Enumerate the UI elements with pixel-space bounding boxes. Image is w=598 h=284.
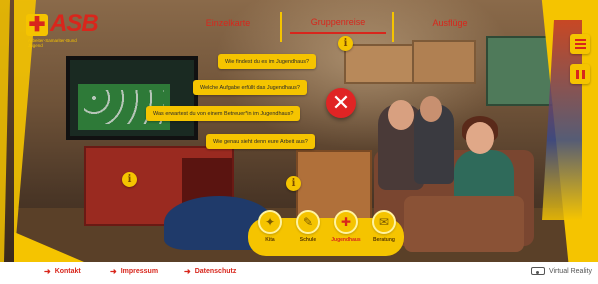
pause-bar: [575, 69, 579, 79]
question-bubble[interactable]: Wie genau sieht denn eure Arbeit aus?: [206, 134, 315, 149]
footer-link-datenschutz[interactable]: ➜ Datenschutz: [184, 267, 236, 276]
person-head: [466, 122, 494, 154]
tab-einzelkarte[interactable]: Einzelkarte: [180, 12, 276, 34]
person-head: [388, 100, 414, 130]
menu-button[interactable]: [570, 34, 590, 54]
info-hotspot-icon[interactable]: i: [122, 172, 137, 187]
category-schule[interactable]: ✎ Schule: [290, 210, 326, 256]
top-navigation: Einzelkarte Gruppenreise Ausflüge: [180, 12, 520, 42]
cork-board: [344, 44, 414, 84]
category-kita[interactable]: ✦ Kita: [252, 210, 288, 256]
logo-subtitle: Arbeiter-Samariter-Bund Jugend: [28, 38, 77, 48]
arrow-right-icon: ➜: [44, 267, 51, 276]
pause-button[interactable]: [570, 64, 590, 84]
category-label: Beratung: [373, 237, 395, 243]
menu-bar: [574, 39, 586, 41]
vr-mode-toggle[interactable]: Virtual Reality: [530, 267, 592, 275]
category-jugendhaus[interactable]: ✚ Jugendhaus: [328, 210, 364, 256]
menu-bar: [574, 47, 586, 49]
info-hotspot-icon[interactable]: i: [338, 36, 353, 51]
cork-board: [412, 40, 476, 84]
app-frame: ✚ ASB Arbeiter-Samariter-Bund Jugend Ein…: [0, 0, 598, 284]
asb-logo[interactable]: ✚ ASB Arbeiter-Samariter-Bund Jugend: [26, 10, 112, 54]
category-dock: ✦ Kita ✎ Schule ✚ Jugendhaus ✉ Beratung: [248, 210, 404, 256]
arrow-right-icon: ➜: [184, 267, 191, 276]
category-label: Kita: [265, 237, 275, 243]
vr-headset-icon: [530, 267, 545, 275]
category-beratung[interactable]: ✉ Beratung: [366, 210, 402, 256]
footer-bar: ➜ Kontakt ➜ Impressum ➜ Datenschutz Virt…: [0, 262, 598, 284]
nav-divider: [280, 12, 282, 42]
question-bubble[interactable]: Wie findest du es im Jugendhaus?: [218, 54, 317, 69]
close-questions-button[interactable]: ✕: [326, 88, 356, 118]
puzzle-icon: ✦: [258, 210, 282, 234]
arrow-right-icon: ➜: [110, 267, 117, 276]
nav-divider: [392, 12, 394, 42]
footer-link-label: Kontakt: [54, 268, 81, 275]
footer-link-kontakt[interactable]: ➜ Kontakt: [44, 267, 81, 276]
gamepad-icon: ✚: [334, 210, 358, 234]
tab-gruppenreise[interactable]: Gruppenreise: [290, 12, 386, 34]
school-icon: ✎: [296, 210, 320, 234]
info-hotspot-icon[interactable]: i: [286, 176, 301, 191]
category-label: Jugendhaus: [331, 237, 361, 243]
question-bubble[interactable]: Was erwartest du von einem Betreuer*in i…: [146, 106, 301, 121]
footer-link-label: Datenschutz: [194, 268, 237, 275]
footer-link-label: Impressum: [120, 268, 159, 275]
category-label: Schule: [299, 237, 317, 243]
samaritan-cross-icon: ✚: [26, 14, 48, 36]
chat-icon: ✉: [372, 210, 396, 234]
logo-wordmark: ASB: [50, 10, 99, 37]
green-board: [486, 36, 554, 106]
vr-label: Virtual Reality: [548, 267, 592, 275]
person-head: [420, 96, 442, 122]
menu-bar: [574, 43, 586, 45]
tab-ausfluege[interactable]: Ausflüge: [402, 12, 498, 34]
footer-link-impressum[interactable]: ➜ Impressum: [110, 267, 158, 276]
question-bubble[interactable]: Welche Aufgabe erfüllt das Jugendhaus?: [193, 80, 307, 95]
sofa-arm: [404, 196, 524, 252]
pause-bar: [581, 69, 585, 79]
television: [66, 56, 198, 140]
